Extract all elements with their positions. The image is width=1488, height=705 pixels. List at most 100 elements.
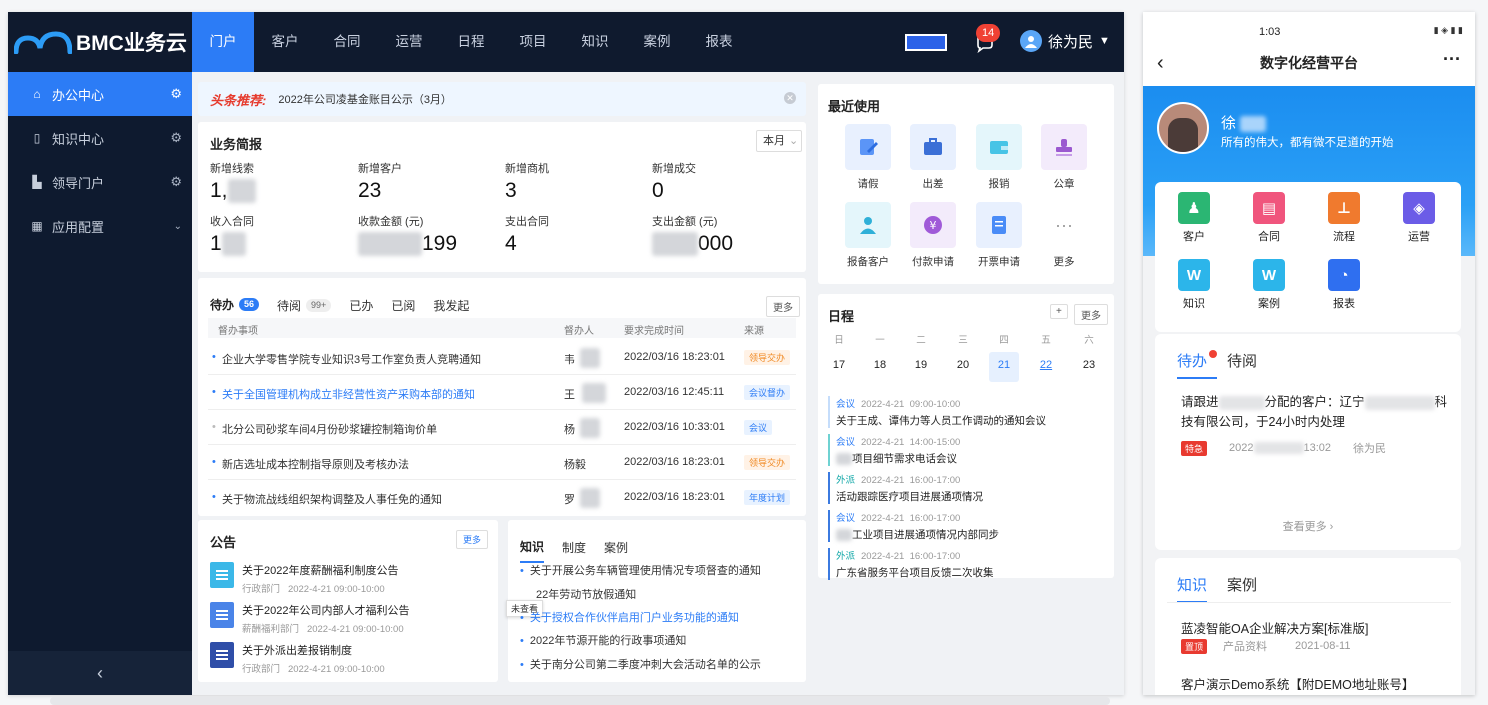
tab-case[interactable]: 案例 [604,539,628,556]
app-customer[interactable]: ♟ 客户 [1169,192,1219,244]
item-title[interactable]: 关于开展公务车辆管理使用情况专项督查的通知 [530,565,761,577]
schedule-event[interactable]: 会议 2022-4-21 16:00-17:00 工业项目进展通项情况内部同步 [828,510,1108,542]
tab-toread[interactable]: 待阅 99+ [277,297,332,314]
sidebar-item-office[interactable]: ⌂ 办公中心 ⚙ [8,72,192,116]
app-report[interactable]: ◔ 报表 [1319,259,1369,311]
item-title[interactable]: 22年劳动节放假通知 [536,589,636,601]
calendar-day[interactable]: 20 [948,352,978,382]
app-seal[interactable]: 公章 [1040,124,1088,191]
table-row[interactable]: • 企业大学零售学院专业知识3号工作室负责人竞聘通知 韦 2022/03/16 18:… [208,340,796,375]
toolbar-button[interactable] [905,34,947,51]
list-item[interactable]: 关于2022年公司内部人才福利公告 薪酬福利部门 2022-4-21 09:00-… [210,602,409,635]
back-icon[interactable]: ‹ [1157,40,1164,86]
headline-text[interactable]: 2022年公司凌基金账目公示（3月） [278,91,452,107]
add-button[interactable]: + [1050,304,1068,319]
table-row[interactable]: • 北分公司砂浆车间4月份砂浆罐控制箱询价单 杨 2022/03/16 10:33:0… [208,410,796,445]
more-button[interactable]: 更多 [766,296,800,317]
more-button[interactable]: 更多 [456,530,489,549]
calendar-day[interactable]: 17 [824,352,854,382]
gear-icon[interactable]: ⚙ [170,86,182,102]
row-title[interactable]: 北分公司砂浆车间4月份砂浆罐控制箱询价单 [222,421,437,437]
row-title[interactable]: 新店选址成本控制指导原则及考核办法 [222,456,409,472]
app-process[interactable]: ⊥ 流程 [1319,192,1369,244]
tab-todo[interactable]: 待办 [1177,350,1218,379]
list-item[interactable]: 22年劳动节放假通知 [536,586,636,602]
list-item[interactable]: • 关于开展公务车辆管理使用情况专项督查的通知 [520,562,761,578]
calendar-day[interactable]: 23 [1074,352,1104,382]
collapse-button[interactable]: ‹ [8,651,192,695]
nav-contract[interactable]: 合同 [316,12,378,72]
logo[interactable]: BMC业务云 [8,12,192,72]
close-icon[interactable]: ✕ [784,92,796,104]
tab-done[interactable]: 已办 [349,297,373,314]
calendar-day-today[interactable]: 21 [989,352,1019,382]
app-knowledge[interactable]: W 知识 [1169,259,1219,311]
app-more[interactable]: ··· 更多 [1040,202,1088,269]
tab-policy[interactable]: 制度 [562,539,586,556]
app-invoice[interactable]: 开票申请 [975,202,1023,269]
knowledge-item-title[interactable]: 客户演示Demo系统【附DEMO地址账号】 [1181,674,1414,693]
sidebar-item-knowledge[interactable]: ▯ 知识中心 ⚙ [8,116,192,160]
row-title[interactable]: 关于全国管理机构成立非经营性资产采购本部的通知 [222,386,475,402]
tab-toread[interactable]: 待阅 [1227,350,1257,371]
item-title[interactable]: 关于授权合作伙伴启用门户业务功能的通知 [530,612,739,624]
horizontal-scrollbar[interactable] [50,697,1110,705]
schedule-event[interactable]: 会议 2022-4-21 14:00-15:00 项目细节需求电话会议 [828,434,1108,466]
calendar-day[interactable]: 22 [1031,352,1061,382]
gear-icon[interactable]: ⚙ [170,174,182,190]
app-reimburse[interactable]: 报销 [975,124,1023,191]
list-item[interactable]: • 2022年节源开能的行政事项通知 [520,632,686,648]
item-title[interactable]: 关于2022年公司内部人才福利公告 [242,602,409,618]
app-contract[interactable]: ▤ 合同 [1244,192,1294,244]
tab-case[interactable]: 案例 [1227,574,1257,595]
sidebar-item-leader[interactable]: ▙ 领导门户 ⚙ [8,160,192,204]
nav-project[interactable]: 项目 [502,12,564,72]
gear-icon[interactable]: ⚙ [170,130,182,146]
item-title[interactable]: 关于2022年度薪酬福利制度公告 [242,562,398,578]
app-leave[interactable]: 请假 [844,124,892,191]
tab-read[interactable]: 已阅 [391,297,415,314]
calendar-day[interactable]: 18 [865,352,895,382]
table-row[interactable]: • 关于全国管理机构成立非经营性资产采购本部的通知 王 2022/03/16 12:4… [208,375,796,410]
tab-knowledge[interactable]: 知识 [520,538,545,563]
nav-case[interactable]: 案例 [626,12,688,72]
item-title[interactable]: 关于南分公司第二季度冲刺大会活动名单的公示 [530,659,761,671]
schedule-event[interactable]: 外派 2022-4-21 16:00-17:00 活动跟踪医疗项目进展通项情况 [828,472,1108,504]
task-item[interactable]: 请跟进 分配的客户：辽宁 科 技有限公司，于24小时内处理 [1181,392,1451,432]
tab-knowledge[interactable]: 知识 [1177,574,1208,603]
knowledge-item-title[interactable]: 蓝凌智能OA企业解决方案[标准版] [1181,618,1369,637]
row-title[interactable]: 企业大学零售学院专业知识3号工作室负责人竞聘通知 [222,351,481,367]
sidebar-item-config[interactable]: ▦ 应用配置 ⌄ [8,204,192,248]
nav-schedule[interactable]: 日程 [440,12,502,72]
row-title[interactable]: 关于物流战线组织架构调整及人事任免的通知 [222,491,442,507]
app-payment[interactable]: ¥ 付款申请 [909,202,957,269]
app-case[interactable]: W 案例 [1244,259,1294,311]
headline-bar[interactable]: 头条推荐: 2022年公司凌基金账目公示（3月） ✕ [198,82,806,116]
user-menu[interactable]: 徐为民 ▼ [1020,30,1110,52]
list-item[interactable]: • 关于南分公司第二季度冲刺大会活动名单的公示 [520,656,761,672]
more-button[interactable]: 更多 [1074,304,1108,325]
table-row[interactable]: • 关于物流战线组织架构调整及人事任免的通知 罗 2022/03/16 18:23:0… [208,480,796,515]
list-item[interactable]: 关于2022年度薪酬福利制度公告 行政部门 2022-4-21 09:00-10:… [210,562,398,595]
avatar[interactable] [1157,102,1209,154]
tab-initiated[interactable]: 我发起 [433,297,469,314]
schedule-event[interactable]: 会议 2022-4-21 09:00-10:00 关于王成、谭伟力等人员工作调动的通… [828,396,1108,428]
list-item[interactable]: 关于外派出差报销制度 行政部门 2022-4-21 09:00-10:00 [210,642,385,675]
item-title[interactable]: 关于外派出差报销制度 [242,642,385,658]
nav-knowledge[interactable]: 知识 [564,12,626,72]
more-menu-icon[interactable]: ··· [1443,36,1461,82]
period-select[interactable]: 本月 ⌄ [756,130,802,152]
nav-portal[interactable]: 门户 [192,12,254,72]
see-more-link[interactable]: 查看更多 › [1155,518,1461,534]
app-trip[interactable]: 出差 [909,124,957,191]
table-row[interactable]: • 新店选址成本控制指导原则及考核办法 杨毅 2022/03/16 18:23:01 领… [208,445,796,480]
nav-operation[interactable]: 运营 [378,12,440,72]
app-report-customer[interactable]: 报备客户 [844,202,892,269]
chevron-down-icon[interactable]: ⌄ [174,221,182,232]
list-item[interactable]: • 关于授权合作伙伴启用门户业务功能的通知 [520,609,739,625]
schedule-event[interactable]: 外派 2022-4-21 16:00-17:00 广东省服务平台项目反馈二次收集 [828,548,1108,580]
nav-report[interactable]: 报表 [688,12,750,72]
item-title[interactable]: 2022年节源开能的行政事项通知 [530,635,686,647]
app-operation[interactable]: ◈ 运营 [1394,192,1444,244]
calendar-day[interactable]: 19 [906,352,936,382]
